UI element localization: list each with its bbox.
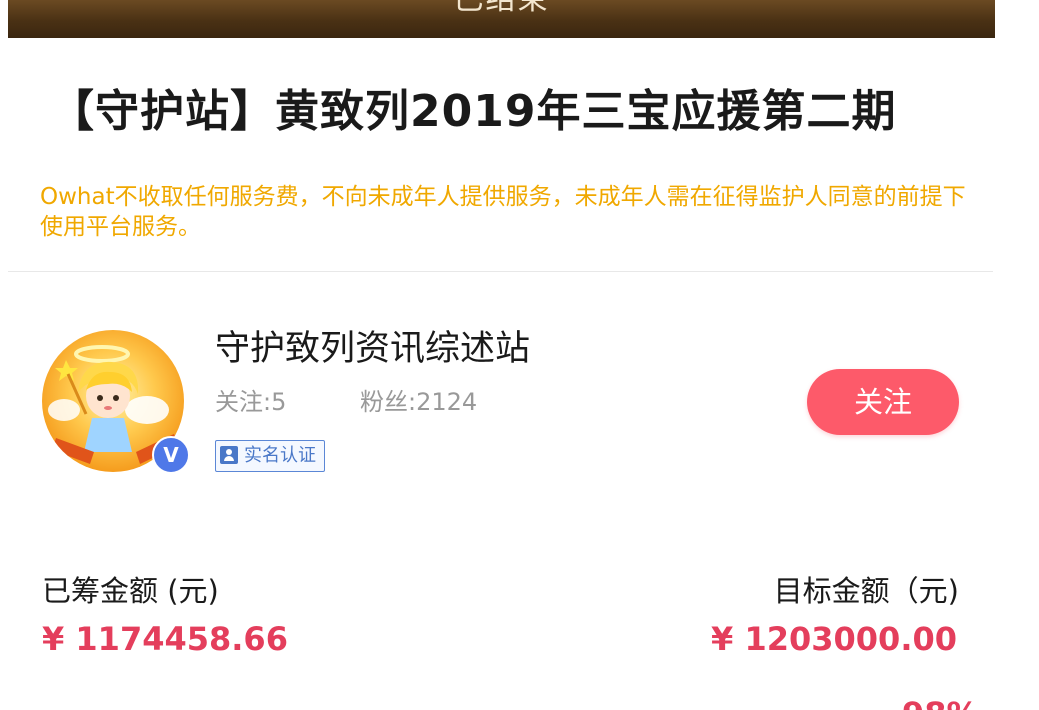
follow-button[interactable]: 关注 — [807, 369, 959, 435]
realname-label: 实名认证 — [244, 445, 316, 466]
fans-count: 粉丝:2124 — [360, 388, 478, 416]
status-banner-text: 已结束 — [8, 0, 995, 20]
person-id-icon — [220, 446, 238, 464]
follow-count: 关注:5 — [215, 388, 287, 416]
station-name[interactable]: 守护致列资讯综述站 — [215, 326, 530, 372]
verified-v-icon: V — [152, 436, 190, 474]
project-title: 【守护站】黄致列2019年三宝应援第二期 — [50, 86, 897, 137]
raised-amount-label: 已筹金额 (元) — [42, 574, 219, 608]
target-amount-value: ¥ 1203000.00 — [711, 620, 957, 658]
service-notice: Owhat不收取任何服务费，不向未成年人提供服务，未成年人需在征得监护人同意的前… — [40, 184, 966, 240]
project-page: 已结束 【守护站】黄致列2019年三宝应援第二期 Owhat不收取任何服务费，不… — [0, 0, 1039, 710]
raised-amount-value: ¥ 1174458.66 — [42, 620, 288, 658]
target-amount-label: 目标金额（元) — [773, 574, 959, 608]
divider — [8, 271, 993, 272]
progress-percent: 98% — [902, 693, 979, 710]
status-banner: 已结束 — [8, 0, 995, 38]
realname-badge: 实名认证 — [215, 440, 325, 472]
